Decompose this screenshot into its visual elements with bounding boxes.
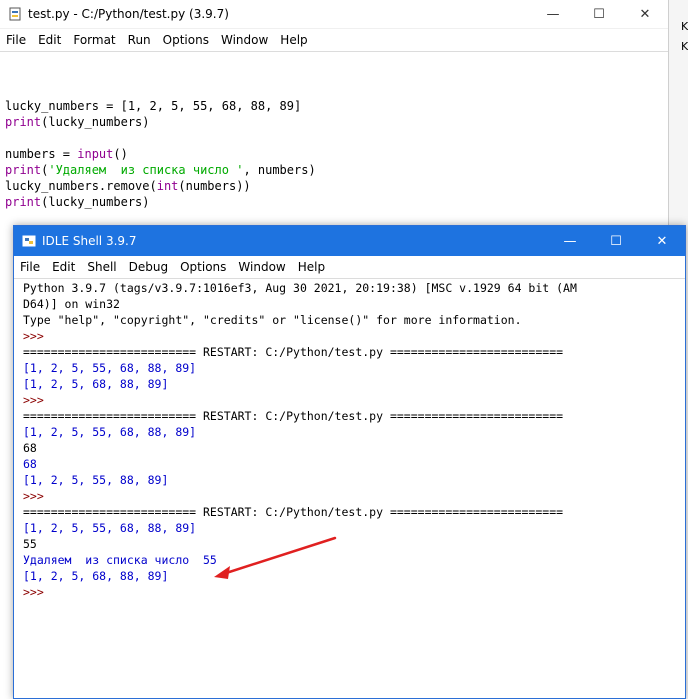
shell-prompt: >>> xyxy=(23,585,44,599)
code-keyword: print xyxy=(5,115,42,129)
code-line: lucky_numbers = [1, 2, 5, 55, 68, 88, 89… xyxy=(5,99,302,113)
menu-file[interactable]: File xyxy=(14,260,46,274)
banner-line: D64)] on win32 xyxy=(23,297,120,311)
menu-run[interactable]: Run xyxy=(122,33,157,47)
close-button[interactable]: ✕ xyxy=(639,226,685,256)
minimize-button[interactable]: — xyxy=(530,0,576,28)
restart-line: ========================= RESTART: C:/Py… xyxy=(23,505,564,519)
code-keyword: print xyxy=(5,163,42,177)
shell-prompt: >>> xyxy=(23,489,44,503)
user-input: 68 xyxy=(23,441,37,455)
maximize-button[interactable]: ☐ xyxy=(576,0,622,28)
banner-line: Python 3.9.7 (tags/v3.9.7:1016ef3, Aug 3… xyxy=(23,281,577,295)
menu-format[interactable]: Format xyxy=(67,33,121,47)
code-text: (lucky_numbers) xyxy=(41,195,150,209)
code-keyword: int xyxy=(156,179,179,193)
code-keyword: input xyxy=(77,147,114,161)
menu-options[interactable]: Options xyxy=(174,260,232,274)
menu-help[interactable]: Help xyxy=(292,260,331,274)
code-keyword: print xyxy=(5,195,42,209)
restart-line: ========================= RESTART: C:/Py… xyxy=(23,345,564,359)
code-editor[interactable]: lucky_numbers = [1, 2, 5, 55, 68, 88, 89… xyxy=(5,98,316,210)
code-text: () xyxy=(113,147,128,161)
menu-edit[interactable]: Edit xyxy=(32,33,67,47)
minimize-button[interactable]: — xyxy=(547,226,593,256)
menu-options[interactable]: Options xyxy=(157,33,215,47)
code-text: , numbers) xyxy=(243,163,316,177)
output-line: Удаляем из списка число 55 xyxy=(23,553,217,567)
shell-prompt: >>> xyxy=(23,329,44,343)
output-line: [1, 2, 5, 55, 68, 88, 89] xyxy=(23,425,197,439)
code-string: 'Удаляем из списка число ' xyxy=(48,163,244,177)
output-line: [1, 2, 5, 68, 88, 89] xyxy=(23,377,169,391)
menu-debug[interactable]: Debug xyxy=(123,260,174,274)
shell-window: IDLE Shell 3.9.7 — ☐ ✕ File Edit Shell D… xyxy=(13,225,686,699)
menu-help[interactable]: Help xyxy=(274,33,313,47)
banner-line: Type "help", "copyright", "credits" or "… xyxy=(23,313,522,327)
code-text: numbers = xyxy=(5,147,78,161)
output-line: [1, 2, 5, 55, 68, 88, 89] xyxy=(23,521,197,535)
close-button[interactable]: ✕ xyxy=(622,0,668,28)
output-line: [1, 2, 5, 55, 88, 89] xyxy=(23,473,169,487)
user-input: 55 xyxy=(23,537,37,551)
background-window-label: K xyxy=(681,20,688,33)
shell-menubar: File Edit Shell Debug Options Window Hel… xyxy=(14,256,685,279)
background-window-label: K xyxy=(681,40,688,53)
menu-window[interactable]: Window xyxy=(215,33,274,47)
restart-line: ========================= RESTART: C:/Py… xyxy=(23,409,564,423)
python-file-icon xyxy=(9,7,21,21)
menu-file[interactable]: File xyxy=(0,33,32,47)
maximize-button[interactable]: ☐ xyxy=(593,226,639,256)
output-line: [1, 2, 5, 68, 88, 89] xyxy=(23,569,169,583)
code-text: lucky_numbers.remove( xyxy=(5,179,157,193)
editor-titlebar[interactable]: test.py - C:/Python/test.py (3.9.7) — ☐ … xyxy=(0,0,668,29)
annotation-arrow-icon xyxy=(214,536,337,579)
editor-title: test.py - C:/Python/test.py (3.9.7) xyxy=(28,7,229,21)
output-line: 68 xyxy=(23,457,37,471)
shell-titlebar[interactable]: IDLE Shell 3.9.7 — ☐ ✕ xyxy=(14,226,685,256)
menu-shell[interactable]: Shell xyxy=(81,260,122,274)
menu-window[interactable]: Window xyxy=(232,260,291,274)
idle-icon xyxy=(22,235,36,247)
code-text: (lucky_numbers) xyxy=(41,115,150,129)
menu-edit[interactable]: Edit xyxy=(46,260,81,274)
editor-menubar: File Edit Format Run Options Window Help xyxy=(0,29,668,52)
shell-title: IDLE Shell 3.9.7 xyxy=(42,234,137,248)
shell-prompt: >>> xyxy=(23,393,44,407)
output-line: [1, 2, 5, 55, 68, 88, 89] xyxy=(23,361,197,375)
code-text: (numbers)) xyxy=(178,179,251,193)
